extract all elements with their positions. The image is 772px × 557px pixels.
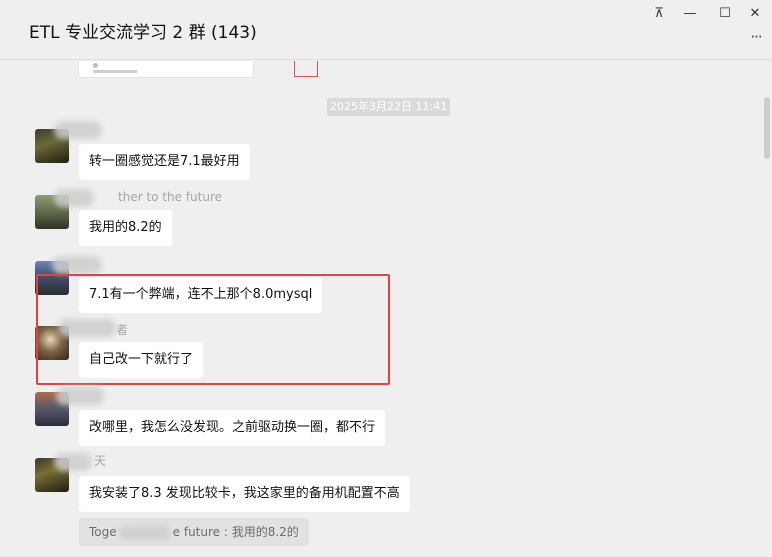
message-timestamp: 2025年3月22日 11:41	[327, 98, 451, 116]
quoted-message[interactable]: Toge e future : 我用的8.2的	[79, 518, 309, 546]
quote-author-prefix: Toge	[89, 525, 117, 539]
highlight-annotation	[36, 274, 390, 385]
pin-icon[interactable]: ⊼	[648, 4, 670, 22]
blurred-sender-name	[54, 121, 102, 139]
sender-name: 天	[94, 454, 107, 468]
maximize-button[interactable]: ☐	[714, 4, 736, 22]
message-bubble[interactable]: 我用的8.2的	[79, 210, 172, 246]
image-thumbnail-detail	[93, 63, 98, 68]
close-button[interactable]: ✕	[744, 4, 766, 22]
sender-name: ther to the future	[118, 190, 223, 204]
quote-text: e future : 我用的8.2的	[172, 525, 299, 539]
chat-title: ETL 专业交流学习 2 群 (143)	[29, 23, 257, 43]
scrollbar[interactable]	[764, 97, 770, 159]
blurred-sender-name	[54, 453, 92, 471]
blurred-sender-name	[52, 256, 102, 274]
minimize-button[interactable]: —	[679, 4, 701, 22]
image-thumbnail-highlight	[294, 61, 318, 77]
image-thumbnail-detail	[93, 70, 137, 73]
more-options-button[interactable]: ···	[746, 28, 766, 46]
title-bar: ETL 专业交流学习 2 群 (143) ⊼ — ☐ ✕ ···	[0, 0, 772, 60]
message-bubble[interactable]: 改哪里，我怎么没发现。之前驱动换一圈，都不行	[79, 410, 386, 446]
previous-image-message[interactable]	[78, 61, 318, 78]
blurred-quote-author	[118, 525, 171, 540]
message-bubble[interactable]: 我安装了8.3 发现比较卡，我这家里的备用机配置不高	[79, 476, 410, 512]
chat-message-area[interactable]: 2025年3月22日 11:41 转一圈感觉还是7.1最好用 ther to t…	[0, 61, 772, 557]
message-bubble[interactable]: 转一圈感觉还是7.1最好用	[79, 144, 250, 180]
blurred-sender-name	[56, 387, 104, 405]
blurred-sender-name	[54, 189, 94, 207]
